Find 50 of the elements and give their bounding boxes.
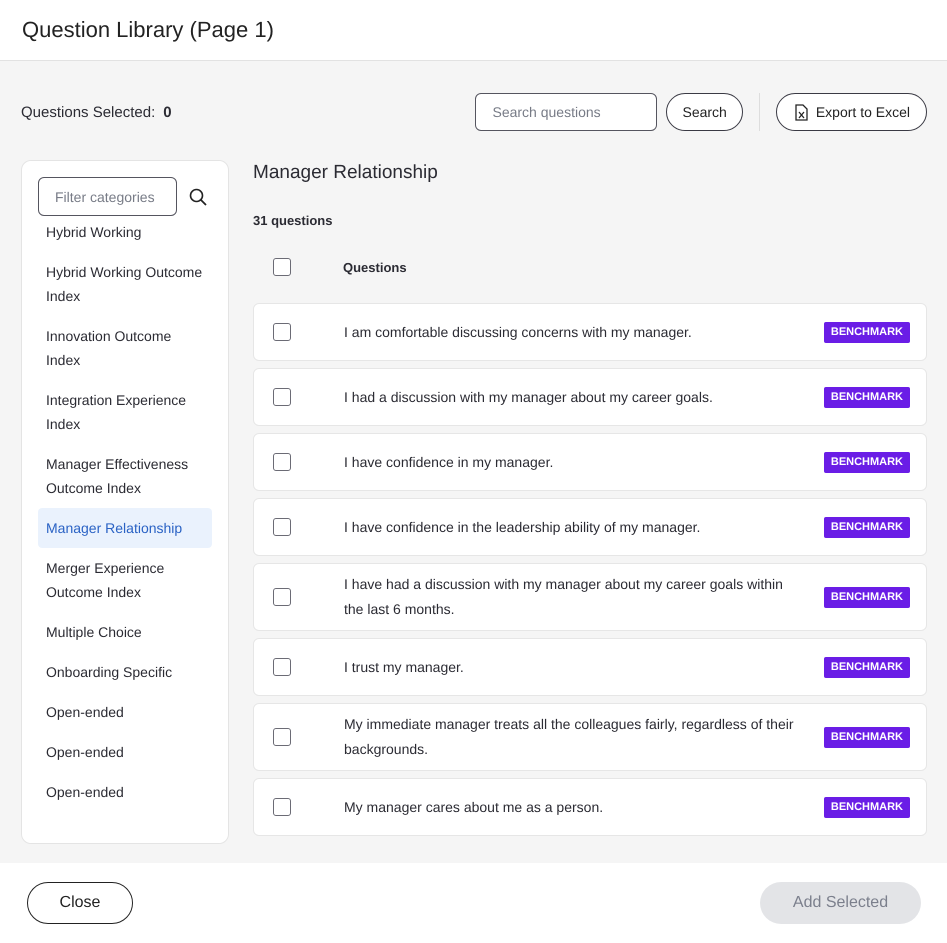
- search-button[interactable]: Search: [666, 93, 743, 131]
- question-text: I trust my manager.: [343, 658, 465, 677]
- window-title: Question Library (Page 1): [22, 17, 274, 43]
- checkbox[interactable]: [273, 388, 291, 406]
- search-icon[interactable]: [189, 188, 207, 206]
- benchmark-tag: BENCHMARK: [824, 796, 910, 818]
- category-item[interactable]: Open-ended: [38, 732, 212, 772]
- question-text: My immediate manager treats all the colleagues fairly, regardless of their backgrounds.: [343, 715, 794, 759]
- selected-count: 0: [163, 104, 172, 120]
- checkbox[interactable]: [273, 453, 291, 471]
- question-text: My manager cares about me as a person.: [343, 798, 604, 817]
- category-item[interactable]: Onboarding Specific: [38, 652, 212, 692]
- column-header: Questions: [343, 260, 407, 274]
- checkbox[interactable]: [273, 798, 291, 816]
- export-button[interactable]: Export to Excel: [776, 93, 927, 131]
- close-button[interactable]: Close: [27, 882, 133, 924]
- question-text: I have confidence in the leadership ability of my manager.: [343, 518, 702, 537]
- question-count: 31 questions: [253, 212, 334, 230]
- category-title: Manager Relationship: [253, 161, 439, 185]
- checkbox[interactable]: [273, 588, 291, 606]
- filter-field[interactable]: Filter categories: [38, 177, 177, 216]
- benchmark-tag: BENCHMARK: [824, 586, 910, 608]
- category-item[interactable]: Manager Effectiveness Outcome Index: [38, 444, 212, 508]
- checkbox[interactable]: [273, 323, 291, 341]
- benchmark-tag: BENCHMARK: [824, 452, 910, 472]
- benchmark-tag: BENCHMARK: [824, 726, 910, 748]
- category-item[interactable]: Open-ended: [38, 772, 212, 812]
- question-text: I have confidence in my manager.: [343, 452, 554, 472]
- category-item[interactable]: Hybrid Working: [38, 224, 212, 252]
- search-field[interactable]: Search questions: [475, 93, 658, 131]
- checkbox[interactable]: [273, 258, 291, 276]
- question-text: I am comfortable discussing concerns with my manager.: [343, 322, 693, 342]
- checkbox[interactable]: [273, 728, 291, 746]
- category-item[interactable]: Innovation Outcome Index: [38, 316, 212, 380]
- spreadsheet-file-icon: [794, 104, 808, 120]
- category-item[interactable]: Manager Relationship: [38, 508, 212, 548]
- checkbox[interactable]: [273, 518, 291, 536]
- benchmark-tag: BENCHMARK: [824, 656, 910, 678]
- benchmark-tag: BENCHMARK: [824, 322, 910, 342]
- category-item[interactable]: Hybrid Working Outcome Index: [38, 252, 212, 316]
- category-item[interactable]: Open-ended: [38, 692, 212, 732]
- checkbox[interactable]: [273, 658, 291, 676]
- category-item[interactable]: Integration Experience Index: [38, 380, 212, 444]
- question-text: I had a discussion with my manager about my career goals.: [343, 388, 714, 407]
- selected-label: Questions Selected:: [21, 104, 156, 120]
- category-item[interactable]: Multiple Choice: [38, 612, 212, 652]
- question-text: I have had a discussion with my manager about my career goals within the last 6 months.: [343, 575, 784, 619]
- category-item[interactable]: Merger Experience Outcome Index: [38, 548, 212, 612]
- benchmark-tag: BENCHMARK: [824, 516, 910, 538]
- benchmark-tag: BENCHMARK: [824, 386, 910, 408]
